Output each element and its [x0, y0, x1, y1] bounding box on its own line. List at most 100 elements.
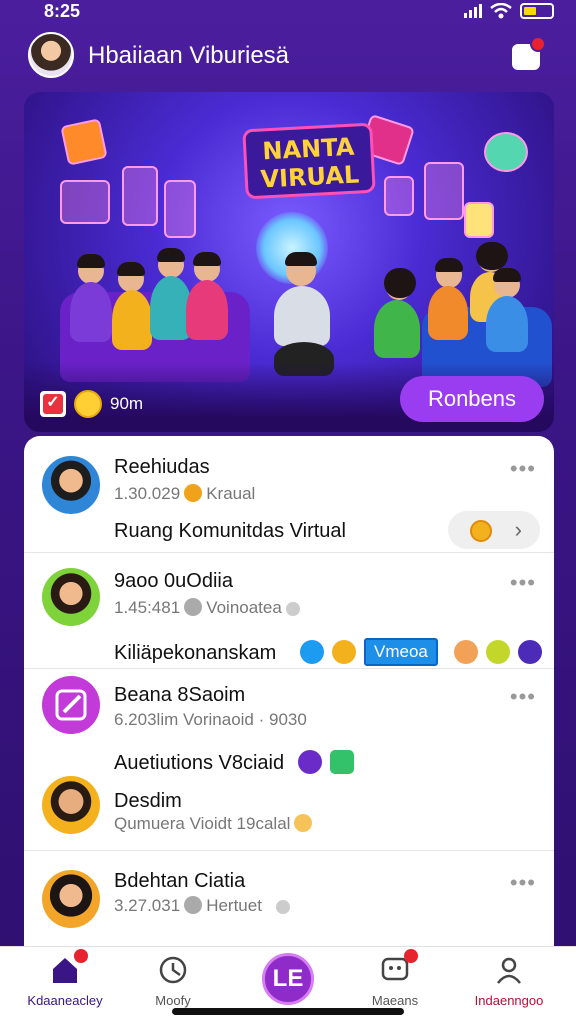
- user-icon: [494, 955, 524, 985]
- feed-card: Reehiudas 1.30.029 Kraual ••• Ruang Komun…: [24, 436, 554, 956]
- nav-profile[interactable]: Indaenngoo: [454, 955, 564, 1008]
- post-tag[interactable]: Vmeoa: [364, 638, 438, 666]
- hologram-panel: [384, 176, 414, 216]
- twitter-icon[interactable]: [300, 640, 324, 664]
- post-meta: Qumuera Vioidt 19calal: [114, 814, 316, 834]
- post-meta-extra: Hertuet: [206, 896, 262, 915]
- banner-count: 90m: [110, 394, 144, 413]
- home-icon: [50, 949, 88, 985]
- post-text: Ruang Komunitdas Virtual: [114, 520, 346, 542]
- post-avatar[interactable]: [42, 776, 100, 834]
- person-body: [186, 280, 228, 340]
- person-hair: [476, 242, 508, 270]
- post-meta: 3.27.031 Hertuet: [114, 896, 294, 916]
- nav-badge: [404, 949, 418, 963]
- post-author[interactable]: Beana 8Saoim: [114, 684, 245, 707]
- person-body: [374, 300, 420, 358]
- person-hair: [77, 254, 105, 268]
- more-options-icon[interactable]: •••: [510, 684, 536, 710]
- person-body: [112, 290, 152, 350]
- battery-icon: [520, 3, 554, 19]
- person-hair: [384, 268, 416, 298]
- hologram-panel: [60, 180, 110, 224]
- nav-label: Indaenngoo: [474, 993, 544, 1008]
- post-avatar[interactable]: [42, 456, 100, 514]
- rocket-icon: [184, 484, 203, 502]
- person-body: [428, 286, 468, 340]
- comment-icon: [184, 598, 203, 616]
- notification-button[interactable]: [512, 36, 546, 70]
- emoji-icon: [485, 640, 510, 664]
- post-author[interactable]: Reehiudas: [114, 456, 210, 479]
- post-author[interactable]: Bdehtan Ciatia: [114, 870, 245, 893]
- banner-sign: NANTA VIRUAL: [242, 122, 376, 200]
- app-header: Hbaiiaan Viburiesä: [28, 32, 548, 82]
- banner-stats: ✓ 90m: [40, 390, 143, 418]
- emoji-icon: [453, 640, 478, 664]
- person-hair: [157, 248, 185, 262]
- home-indicator: [172, 1008, 404, 1015]
- nav-messages[interactable]: Maeans: [340, 949, 450, 1008]
- emoji-icon: [74, 390, 102, 418]
- hologram-panel: [164, 180, 196, 238]
- post-meta: 1.30.029 Kraual: [114, 484, 255, 504]
- post-avatar[interactable]: [42, 870, 100, 928]
- nav-home[interactable]: Kdaaneacley: [10, 949, 120, 1008]
- chevron-right-icon: ›: [514, 517, 522, 542]
- status-icons: [464, 3, 554, 19]
- thumbs-up-icon[interactable]: [285, 602, 300, 616]
- post-avatar[interactable]: [42, 568, 100, 626]
- post-item[interactable]: Bdehtan Ciatia 3.27.031 Hertuet •••: [24, 850, 554, 956]
- hologram-panel: [464, 202, 494, 238]
- nav-label: Moofy: [155, 993, 191, 1008]
- thumbs-up-icon[interactable]: [275, 900, 290, 914]
- post-time: 6.203lim: [114, 710, 179, 729]
- more-options-icon[interactable]: •••: [510, 456, 536, 482]
- post-action-chip[interactable]: ›: [448, 511, 540, 549]
- post-meta-extra: Voinoatea: [206, 598, 282, 617]
- hero-banner[interactable]: NANTA VIRUAL ✓ 90m Ronbens: [24, 92, 554, 432]
- emoji-icon: [294, 814, 313, 832]
- check-icon[interactable]: ✓: [40, 391, 66, 417]
- post-meta-extra: Vorinaoid · 9030: [183, 710, 307, 729]
- post-item[interactable]: Reehiudas 1.30.029 Kraual ••• Ruang Komun…: [24, 436, 554, 552]
- status-time: 8:25: [44, 1, 81, 21]
- post-author[interactable]: Desdim: [114, 790, 182, 813]
- nav-explore[interactable]: Moofy: [118, 955, 228, 1008]
- banner-cta-button[interactable]: Ronbens: [400, 376, 544, 422]
- post-item[interactable]: Beana 8Saoim 6.203lim Vorinaoid · 9030 •…: [24, 668, 554, 848]
- post-item[interactable]: 9aoo 0uOdiia 1.45:481 Voinoatea ••• Kiliä…: [24, 552, 554, 668]
- post-meta-extra: 19calal: [236, 814, 291, 833]
- flame-icon[interactable]: [517, 640, 542, 664]
- person-hair: [285, 252, 317, 266]
- post-author[interactable]: 9aoo 0uOdiia: [114, 570, 233, 593]
- user-avatar[interactable]: [28, 32, 74, 78]
- more-options-icon[interactable]: •••: [510, 870, 536, 896]
- post-time: 3.27.031: [114, 896, 181, 915]
- post-meta: 6.203lim Vorinaoid · 9030: [114, 710, 307, 730]
- post-meta: 1.45:481 Voinoatea: [114, 598, 304, 618]
- nav-label: Maeans: [371, 993, 419, 1008]
- person-hair: [435, 258, 463, 272]
- hashtag-icon[interactable]: [330, 750, 354, 774]
- post-meta-extra: Kraual: [206, 484, 256, 503]
- post-badges: [298, 750, 354, 774]
- post-text: Auetiutions V8ciaid: [114, 752, 285, 774]
- more-options-icon[interactable]: •••: [510, 570, 536, 596]
- banner-sign-line2: VIRUAL: [259, 160, 360, 194]
- create-button[interactable]: LE: [262, 953, 314, 1005]
- comment-icon: [184, 896, 203, 914]
- chat-icon: [380, 949, 418, 985]
- check-icon[interactable]: [298, 750, 322, 774]
- hologram-panel: [122, 166, 158, 226]
- person-hair: [493, 268, 521, 282]
- nav-badge: [74, 949, 88, 963]
- post-time: 1.45:481: [114, 598, 181, 617]
- edit-app-icon[interactable]: [42, 676, 100, 734]
- post-time: 1.30.029: [114, 484, 181, 503]
- floating-card-icon: [60, 118, 108, 166]
- emoji-icon: [332, 640, 356, 664]
- app-title: Hbaiiaan Viburiesä: [88, 42, 290, 69]
- clock-icon: [158, 955, 188, 985]
- coin-icon: [470, 520, 492, 542]
